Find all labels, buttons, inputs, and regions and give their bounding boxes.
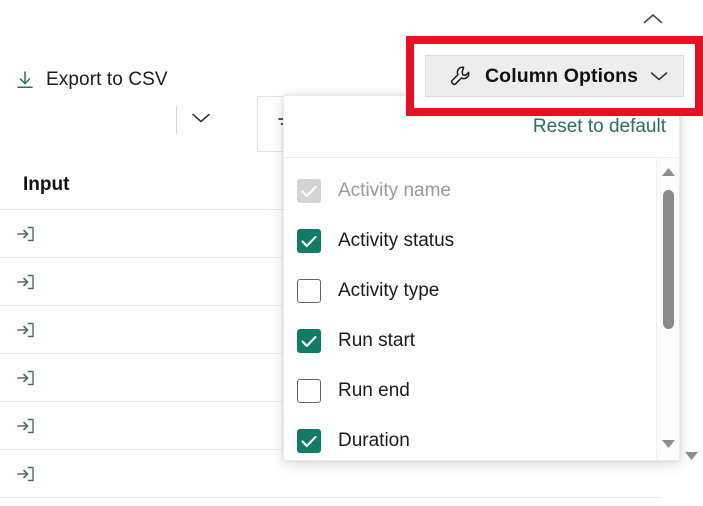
column-options-list-viewport: Activity name Activity status Activity t… (284, 158, 679, 460)
checkbox-unchecked[interactable] (297, 379, 321, 403)
column-header-input[interactable]: Input (23, 174, 69, 196)
column-option-run-end[interactable]: Run end (284, 366, 657, 416)
import-arrow-icon (14, 366, 38, 390)
scroll-up-button[interactable] (657, 162, 679, 184)
import-arrow-icon (14, 222, 38, 246)
column-option-label: Run start (338, 330, 415, 352)
download-icon (14, 69, 36, 91)
checkbox-checked-disabled (297, 179, 321, 203)
toolbar-divider (176, 106, 177, 134)
import-arrow-icon (14, 462, 38, 486)
column-option-label: Duration (338, 430, 410, 452)
column-options-button[interactable]: Column Options (425, 55, 684, 97)
column-option-run-start[interactable]: Run start (284, 316, 657, 366)
column-option-activity-status[interactable]: Activity status (284, 216, 657, 266)
import-arrow-icon (14, 414, 38, 438)
chevron-down-icon (191, 111, 211, 129)
column-option-activity-type[interactable]: Activity type (284, 266, 657, 316)
scrollbar-thumb[interactable] (663, 190, 674, 329)
export-options-caret-button[interactable] (184, 100, 218, 140)
column-option-label: Activity name (338, 180, 451, 202)
export-to-csv-button[interactable]: Export to CSV (8, 54, 174, 106)
column-options-panel: Reset to default Activity name Activity … (283, 95, 680, 461)
reset-to-default-link[interactable]: Reset to default (533, 116, 666, 138)
chevron-down-icon (650, 71, 668, 82)
column-option-label: Activity status (338, 230, 454, 252)
export-to-csv-label: Export to CSV (46, 69, 168, 91)
column-option-label: Run end (338, 380, 410, 402)
checkbox-checked[interactable] (297, 229, 321, 253)
collapse-panel-button[interactable] (636, 8, 670, 34)
column-options-label: Column Options (485, 65, 638, 88)
page-scroll-down-button[interactable] (679, 446, 703, 468)
checkbox-checked[interactable] (297, 429, 321, 453)
scroll-up-arrow-icon (661, 164, 676, 182)
page-scrollbar[interactable] (679, 160, 703, 506)
checkbox-unchecked[interactable] (297, 279, 321, 303)
checkbox-checked[interactable] (297, 329, 321, 353)
app-root: Input (0, 0, 703, 506)
column-options-scrollbar[interactable] (656, 158, 679, 460)
scroll-down-arrow-icon (684, 448, 699, 466)
import-arrow-icon (14, 270, 38, 294)
scroll-down-button[interactable] (657, 434, 679, 456)
wrench-icon (448, 64, 472, 88)
scroll-down-arrow-icon (661, 436, 676, 454)
column-options-list: Activity name Activity status Activity t… (284, 158, 657, 460)
column-option-activity-name: Activity name (284, 166, 657, 216)
column-option-label: Activity type (338, 280, 439, 302)
chevron-up-icon (643, 12, 663, 30)
import-arrow-icon (14, 318, 38, 342)
column-option-duration[interactable]: Duration (284, 416, 657, 460)
